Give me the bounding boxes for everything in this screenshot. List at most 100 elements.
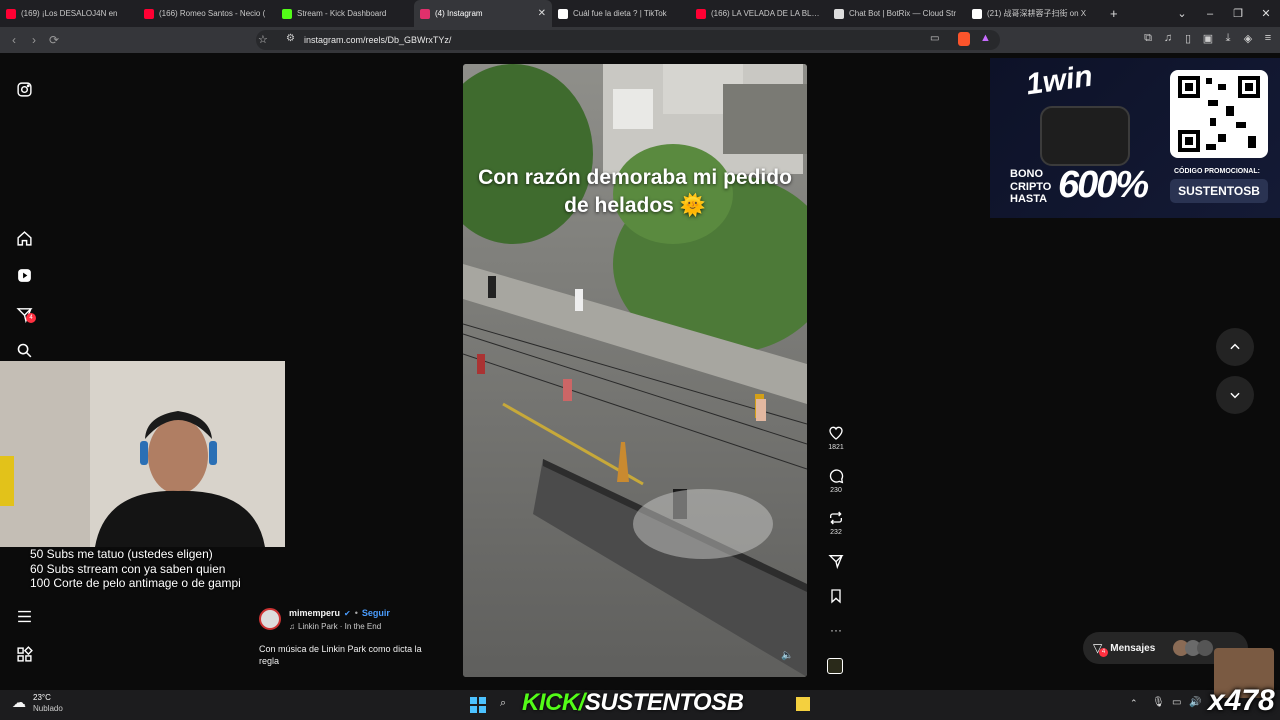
audio-link[interactable]: ♫ Linkin Park · In the End [289,622,381,631]
tab-label: (4) Instagram [435,9,483,18]
chevron-down-icon [1230,392,1240,399]
ad-qr-code [1170,70,1268,158]
microphone-icon[interactable]: 🎙 [1152,697,1165,708]
sidebar-icon[interactable]: ▯ [1178,32,1198,45]
extensions-icon[interactable]: ⧉ [1138,32,1158,45]
next-reel-button[interactable] [1216,376,1254,414]
weather-icon[interactable]: ☁ [12,694,26,711]
url-field[interactable]: instagram.com/reels/Db_GBWrxTYz/ [256,30,1000,50]
tab-favicon-icon [282,8,292,19]
brave-shield-icon[interactable] [958,32,970,46]
forward-icon[interactable]: › [24,33,44,47]
tab-label: Chat Bot | BotRix — Cloud Str [849,9,957,18]
tab-search-icon[interactable]: ⌄ [1168,7,1196,20]
also-from-meta-icon[interactable] [14,644,34,664]
messages-badge: 4 [1099,648,1108,657]
browser-tab[interactable]: Cuál fue la dieta ? | TikTok [552,0,690,27]
reel-video[interactable]: Con razón demoraba mi pedido de helados … [463,64,807,677]
author-avatar[interactable] [259,608,281,630]
goal-item: 100 Corte de pelo antimage o de gampi [30,576,241,590]
comment-icon [829,469,844,484]
subscriber-goals: 50 Subs me tatuo (ustedes eligen) 60 Sub… [30,547,241,591]
reload-icon[interactable]: ⟳ [44,33,64,47]
tab-label: (166) Romeo Santos - Necio ( [159,9,266,18]
temperature: 23°C [33,693,51,702]
media-icon[interactable]: ♫ [1158,32,1178,45]
tab-label: (166) LA VELADA DE LA BLAC [711,9,822,18]
follow-button[interactable]: Seguir [362,608,390,618]
url-text: instagram.com/reels/Db_GBWrxTYz/ [304,35,452,45]
windows-taskbar: ☁ 23°C Nublado ⌕ KICK/SUSTENTOSB ⌃ 🎙 ▭ 🔊 [0,689,1280,720]
tray-chevron-icon[interactable]: ⌃ [1130,698,1138,709]
minimize-button[interactable]: – [1196,8,1224,20]
browser-tab[interactable]: Chat Bot | BotRix — Cloud Str [828,0,966,27]
vpn-icon[interactable]: ◈ [1238,32,1258,45]
audio-title: Linkin Park · In the End [298,622,382,631]
heart-icon [829,426,843,440]
reaction-multiplier: x478 [1208,684,1275,717]
sponsor-ad-overlay: 1win BONO CRIPTO HASTA 600% CÓDIGO PROMO… [990,58,1280,218]
contact-avatar [1197,640,1214,656]
tab-close-icon[interactable]: ✕ [538,8,546,19]
messages-label: Mensajes [1110,642,1156,654]
share-icon [828,555,844,569]
menu-icon[interactable]: ≡ [1258,32,1278,45]
ad-promo-code: SUSTENTOSB [1170,179,1268,203]
ad-bono-text: BONO CRIPTO HASTA [1010,168,1052,205]
network-icon[interactable]: ▭ [1172,697,1181,708]
browser-tab[interactable]: (166) LA VELADA DE LA BLAC [690,0,828,27]
tab-label: Stream - Kick Dashboard [297,9,387,18]
like-button[interactable]: 1821 [822,425,850,451]
wallet-icon[interactable]: ▣ [1198,32,1218,45]
sticky-notes-icon[interactable] [796,697,810,711]
home-icon[interactable] [14,228,34,248]
repost-icon [830,511,842,525]
back-icon[interactable]: ‹ [4,33,24,47]
tab-favicon-icon [834,8,844,19]
browser-tab[interactable]: (166) Romeo Santos - Necio ( [138,0,276,27]
browser-tab[interactable]: (21) 战哥深耕蓉子扫街 on X [966,0,1104,27]
share-button[interactable] [822,553,850,572]
ad-promo-label: CÓDIGO PROMOCIONAL: [1174,168,1260,175]
bookmark-icon[interactable]: ☆ [258,33,268,46]
windows-start-icon[interactable] [470,697,486,713]
messages-icon: ▽ 4 [1093,641,1108,657]
taskbar-search-icon[interactable]: ⌕ [500,697,506,710]
browser-tab[interactable]: (4) Instagram ✕ [414,0,552,27]
more-options-icon[interactable]: ··· [822,623,850,637]
previous-reel-button[interactable] [1216,328,1254,366]
music-note-icon: ♫ [289,622,295,631]
repost-button[interactable]: 232 [822,510,850,536]
reel-description: Con música de Linkin Park como dicta la … [259,644,422,666]
cast-icon[interactable]: ▭ [930,33,939,44]
search-icon[interactable] [14,340,34,360]
reels-icon[interactable] [14,265,34,285]
audio-thumbnail-icon[interactable] [827,658,843,674]
like-count: 1821 [828,444,844,451]
close-window-button[interactable]: ✕ [1252,7,1280,20]
download-icon[interactable]: ⤓ [1218,32,1238,45]
notification-badge: 4 [26,313,36,323]
browser-tab[interactable]: Stream - Kick Dashboard [276,0,414,27]
browser-tab[interactable]: (169) ¡Los DESALOJ4N en [0,0,138,27]
more-menu-icon[interactable] [14,606,34,626]
goal-item: 50 Subs me tatuo (ustedes eligen) [30,547,213,561]
tab-favicon-icon [972,8,982,19]
volume-icon[interactable]: 🔊 [1189,697,1201,708]
site-info-icon[interactable]: ⚙ [286,33,295,44]
author-username[interactable]: mimemperu [289,608,340,618]
ad-percent: 600% [1058,164,1149,206]
maximize-button[interactable]: ❐ [1224,7,1252,20]
tab-label: (21) 战哥深耕蓉子扫街 on X [987,9,1087,18]
address-bar-row: ‹ › ⟳ instagram.com/reels/Db_GBWrxTYz/ ☆… [0,27,1280,53]
kick-channel-banner: KICK/SUSTENTOSB [522,689,744,716]
mute-icon[interactable]: 🔈 [781,650,793,661]
save-button[interactable] [822,588,850,607]
comment-button[interactable]: 230 [822,468,850,494]
direct-messages-icon[interactable]: 4 [14,304,36,324]
dot-separator: • [354,608,358,618]
new-tab-button[interactable]: + [1110,6,1118,21]
instagram-logo-icon[interactable] [14,79,34,99]
brave-rewards-icon[interactable]: ▲ [980,32,991,44]
browser-tab-bar: (169) ¡Los DESALOJ4N en (166) Romeo Santo… [0,0,1280,27]
